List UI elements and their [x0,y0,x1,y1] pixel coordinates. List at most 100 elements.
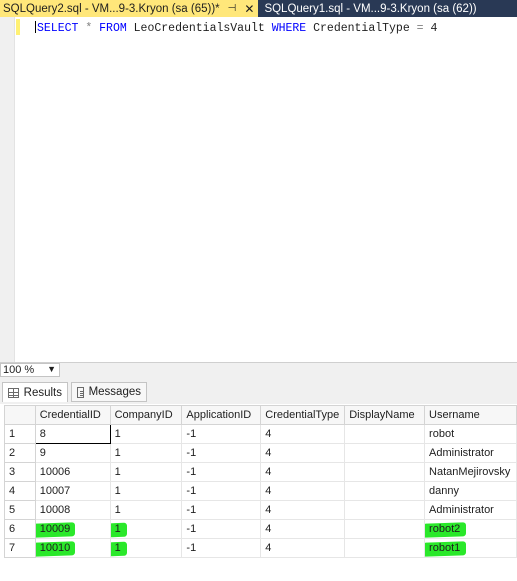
cell-displayname[interactable] [344,519,426,539]
cell-username[interactable]: NatanMejirovsky [424,462,517,482]
change-marker [16,19,20,35]
table-row[interactable]: 6 10009 1 -1 4 robot2 [4,519,517,539]
keyword-select: SELECT [37,22,79,35]
cell-applicationid[interactable]: -1 [181,481,262,501]
tab-results[interactable]: Results [2,382,68,402]
close-icon[interactable]: ✕ [244,2,254,16]
grid-icon [8,387,19,398]
pin-icon[interactable]: ⊣ [228,3,237,14]
cell-credentialid[interactable]: 10010 [34,538,111,558]
row-number[interactable]: 7 [4,538,36,558]
document-tab-strip: SQLQuery2.sql - VM...9-3.Kryon (sa (65))… [0,0,517,17]
cell-username-text: robot2 [429,523,461,535]
cell-credentialid[interactable]: 8 [34,424,111,444]
tab-sqlquery2[interactable]: SQLQuery2.sql - VM...9-3.Kryon (sa (65))… [0,0,259,17]
highlight-mark: 10010 [40,542,71,554]
cell-credentialid[interactable]: 10008 [34,500,111,520]
cell-companyid[interactable]: 1 [109,481,183,501]
cell-companyid[interactable]: 1 [109,519,183,539]
cell-applicationid[interactable]: -1 [181,500,262,520]
cell-applicationid[interactable]: -1 [181,519,262,539]
highlight-mark: 10009 [40,523,71,535]
zoom-value: 100 % [3,364,35,376]
tab-sqlquery2-label: SQLQuery2.sql - VM...9-3.Kryon (sa (65))… [3,2,220,15]
cell-displayname[interactable] [344,481,426,501]
row-number[interactable]: 6 [4,519,36,539]
row-number[interactable]: 5 [4,500,36,520]
column-header[interactable]: Username [424,405,517,425]
zoom-bar: 100 % ▼ [0,362,517,378]
cell-displayname[interactable] [344,538,426,558]
column-header[interactable]: CredentialType [260,405,346,425]
column-header[interactable]: CredentialID [34,405,111,425]
cell-credentialtype[interactable]: 4 [260,538,346,558]
column-name: CredentialType [313,22,410,35]
results-table: CredentialID CompanyID ApplicationID Cre… [4,405,517,558]
cell-applicationid[interactable]: -1 [181,424,262,444]
tab-messages-label: Messages [88,386,141,398]
filter-value: 4 [430,22,438,35]
table-row[interactable]: 5 10008 1 -1 4 Administrator [4,500,517,520]
query-editor[interactable]: SELECT * FROM LeoCredentialsVault WHERE … [0,17,517,362]
table-name: LeoCredentialsVault [133,22,265,35]
cell-companyid[interactable]: 1 [109,424,183,444]
cell-credentialid-text: 10010 [39,542,71,554]
keyword-from: FROM [99,22,127,35]
cell-credentialtype[interactable]: 4 [260,481,346,501]
cell-credentialid[interactable]: 10009 [34,519,111,539]
table-row[interactable]: 3 10006 1 -1 4 NatanMejirovsky [4,462,517,482]
tab-messages[interactable]: Messages [71,382,147,402]
cell-displayname[interactable] [344,462,426,482]
row-number[interactable]: 1 [4,424,36,444]
cell-displayname[interactable] [344,500,426,520]
cell-credentialid[interactable]: 10007 [34,481,111,501]
cell-username[interactable]: danny [424,481,517,501]
cell-applicationid[interactable]: -1 [181,462,262,482]
results-grid[interactable]: CredentialID CompanyID ApplicationID Cre… [0,404,517,581]
highlight-mark: 1 [115,523,121,535]
cell-companyid[interactable]: 1 [109,538,183,558]
cell-credentialid-text: 10009 [39,523,71,535]
cell-username[interactable]: robot [424,424,517,444]
row-number[interactable]: 2 [4,443,36,463]
cell-applicationid[interactable]: -1 [181,443,262,463]
row-number-header[interactable] [4,405,36,425]
cell-username[interactable]: Administrator [424,500,517,520]
cell-displayname[interactable] [344,443,426,463]
table-row[interactable]: 7 10010 1 -1 4 robot1 [4,538,517,558]
column-header[interactable]: CompanyID [109,405,183,425]
star-operator: * [85,22,93,35]
keyword-where: WHERE [271,22,307,35]
cell-applicationid[interactable]: -1 [181,538,262,558]
table-row[interactable]: 4 10007 1 -1 4 danny [4,481,517,501]
cell-credentialtype[interactable]: 4 [260,462,346,482]
cell-credentialtype[interactable]: 4 [260,443,346,463]
table-row[interactable]: 1 8 1 -1 4 robot [4,424,517,444]
column-header[interactable]: DisplayName [344,405,426,425]
results-tab-bar: Results Messages [0,378,517,405]
cell-username[interactable]: Administrator [424,443,517,463]
cell-credentialid[interactable]: 10006 [34,462,111,482]
cell-companyid[interactable]: 1 [109,500,183,520]
cell-credentialtype[interactable]: 4 [260,424,346,444]
row-number[interactable]: 4 [4,481,36,501]
cell-credentialtype[interactable]: 4 [260,500,346,520]
cell-username[interactable]: robot1 [424,538,517,558]
editor-gutter [0,17,15,362]
cell-credentialid[interactable]: 9 [34,443,111,463]
table-row[interactable]: 2 9 1 -1 4 Administrator [4,443,517,463]
cell-companyid[interactable]: 1 [109,443,183,463]
row-number[interactable]: 3 [4,462,36,482]
cell-displayname[interactable] [344,424,426,444]
cell-credentialtype[interactable]: 4 [260,519,346,539]
messages-icon [77,386,84,398]
cell-username[interactable]: robot2 [424,519,517,539]
sql-query-line[interactable]: SELECT * FROM LeoCredentialsVault WHERE … [35,21,437,35]
tab-sqlquery1-label: SQLQuery1.sql - VM...9-3.Kryon (sa (62)) [264,2,477,15]
chevron-down-icon[interactable]: ▼ [47,364,56,374]
zoom-dropdown[interactable]: 100 % ▼ [0,363,60,377]
tab-sqlquery1[interactable]: SQLQuery1.sql - VM...9-3.Kryon (sa (62)) [258,0,482,17]
column-header[interactable]: ApplicationID [181,405,262,425]
cell-companyid[interactable]: 1 [109,462,183,482]
tab-results-label: Results [23,386,62,399]
